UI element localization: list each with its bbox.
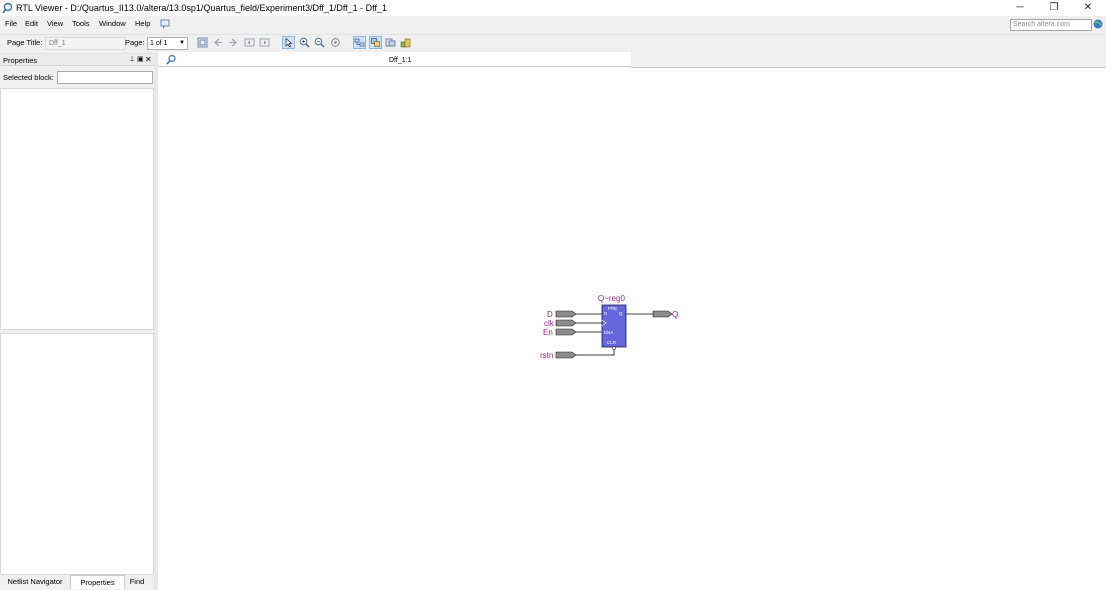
rtl-schematic: D Q ENA CLR PRE Q~reg0 D clk En rstn Q <box>540 294 678 360</box>
selected-block-label: Selected block: <box>3 73 54 82</box>
input-pin-d[interactable] <box>555 310 577 318</box>
tab-find[interactable]: Find <box>125 575 149 588</box>
output-pin-q[interactable] <box>652 310 673 318</box>
rtl-viewer-app-icon <box>2 2 13 14</box>
page-title-field: Dff_1 <box>45 37 126 50</box>
output-label-q: Q <box>672 310 678 319</box>
window-title: RTL Viewer - D:/Quartus_II13.0/altera/13… <box>16 3 388 13</box>
menu-edit[interactable]: Edit <box>25 19 38 29</box>
input-label-en: En <box>543 328 553 337</box>
tab-properties[interactable]: Properties <box>70 575 125 589</box>
menu-window[interactable]: Window <box>99 19 126 29</box>
search-altera-input[interactable]: Search altera.com <box>1010 19 1092 31</box>
minimize-button[interactable]: ─ <box>1003 0 1037 16</box>
page-label: Page: <box>125 38 145 47</box>
input-pin-rstn[interactable] <box>555 351 577 359</box>
float-window-icon[interactable]: ▣ <box>137 55 144 64</box>
selected-block-field[interactable] <box>57 71 153 84</box>
export-icon[interactable] <box>400 37 411 48</box>
hierarchy-view-icon[interactable] <box>353 36 366 49</box>
selection-tool-icon[interactable] <box>282 36 295 49</box>
input-label-d: D <box>547 310 553 319</box>
register-pin-pre: PRE <box>608 306 617 311</box>
close-button[interactable]: ✕ <box>1071 0 1105 16</box>
register-pin-ena: ENA <box>604 330 613 335</box>
chevron-down-icon: ▼ <box>179 40 185 46</box>
menu-view[interactable]: View <box>47 19 63 29</box>
next-page-icon[interactable] <box>259 37 270 48</box>
page-select[interactable]: 1 of 1 ▼ <box>147 37 188 50</box>
netlist-icon[interactable] <box>369 36 382 49</box>
properties-list <box>0 88 154 330</box>
properties-detail <box>0 333 154 575</box>
register-name-label: Q~reg0 <box>598 294 625 303</box>
help-pointer-icon[interactable] <box>160 19 170 29</box>
fit-page-icon[interactable] <box>197 37 208 48</box>
restore-button[interactable]: ❐ <box>1037 0 1071 16</box>
clear-bubble-icon <box>612 346 616 350</box>
input-pin-en[interactable] <box>555 328 577 336</box>
page-title-label: Page Title: <box>7 38 43 47</box>
wire-rstn <box>576 347 615 356</box>
register-pin-clr: CLR <box>607 340 617 345</box>
tab-netlist-navigator[interactable]: Netlist Navigator <box>2 575 68 588</box>
input-label-clk: clk <box>544 319 555 328</box>
pin-icon[interactable]: ⊥ <box>129 55 135 64</box>
menu-tools[interactable]: Tools <box>72 19 90 29</box>
close-icon[interactable]: ✕ <box>145 55 152 64</box>
input-label-rstn: rstn <box>540 351 553 360</box>
globe-icon[interactable] <box>1093 19 1103 29</box>
input-pin-clk[interactable] <box>555 319 577 327</box>
menu-help[interactable]: Help <box>135 19 150 29</box>
zoom-in-icon[interactable] <box>299 37 310 48</box>
back-icon[interactable] <box>212 37 223 48</box>
hand-pan-icon[interactable] <box>330 37 341 48</box>
filter-icon[interactable] <box>385 37 396 48</box>
register-pin-q: Q <box>619 311 623 316</box>
page-select-value: 1 of 1 <box>150 40 168 47</box>
menu-file[interactable]: File <box>5 19 17 29</box>
properties-panel-title: Properties <box>3 56 38 65</box>
forward-icon[interactable] <box>228 37 239 48</box>
previous-page-icon[interactable] <box>244 37 255 48</box>
zoom-out-icon[interactable] <box>314 37 325 48</box>
